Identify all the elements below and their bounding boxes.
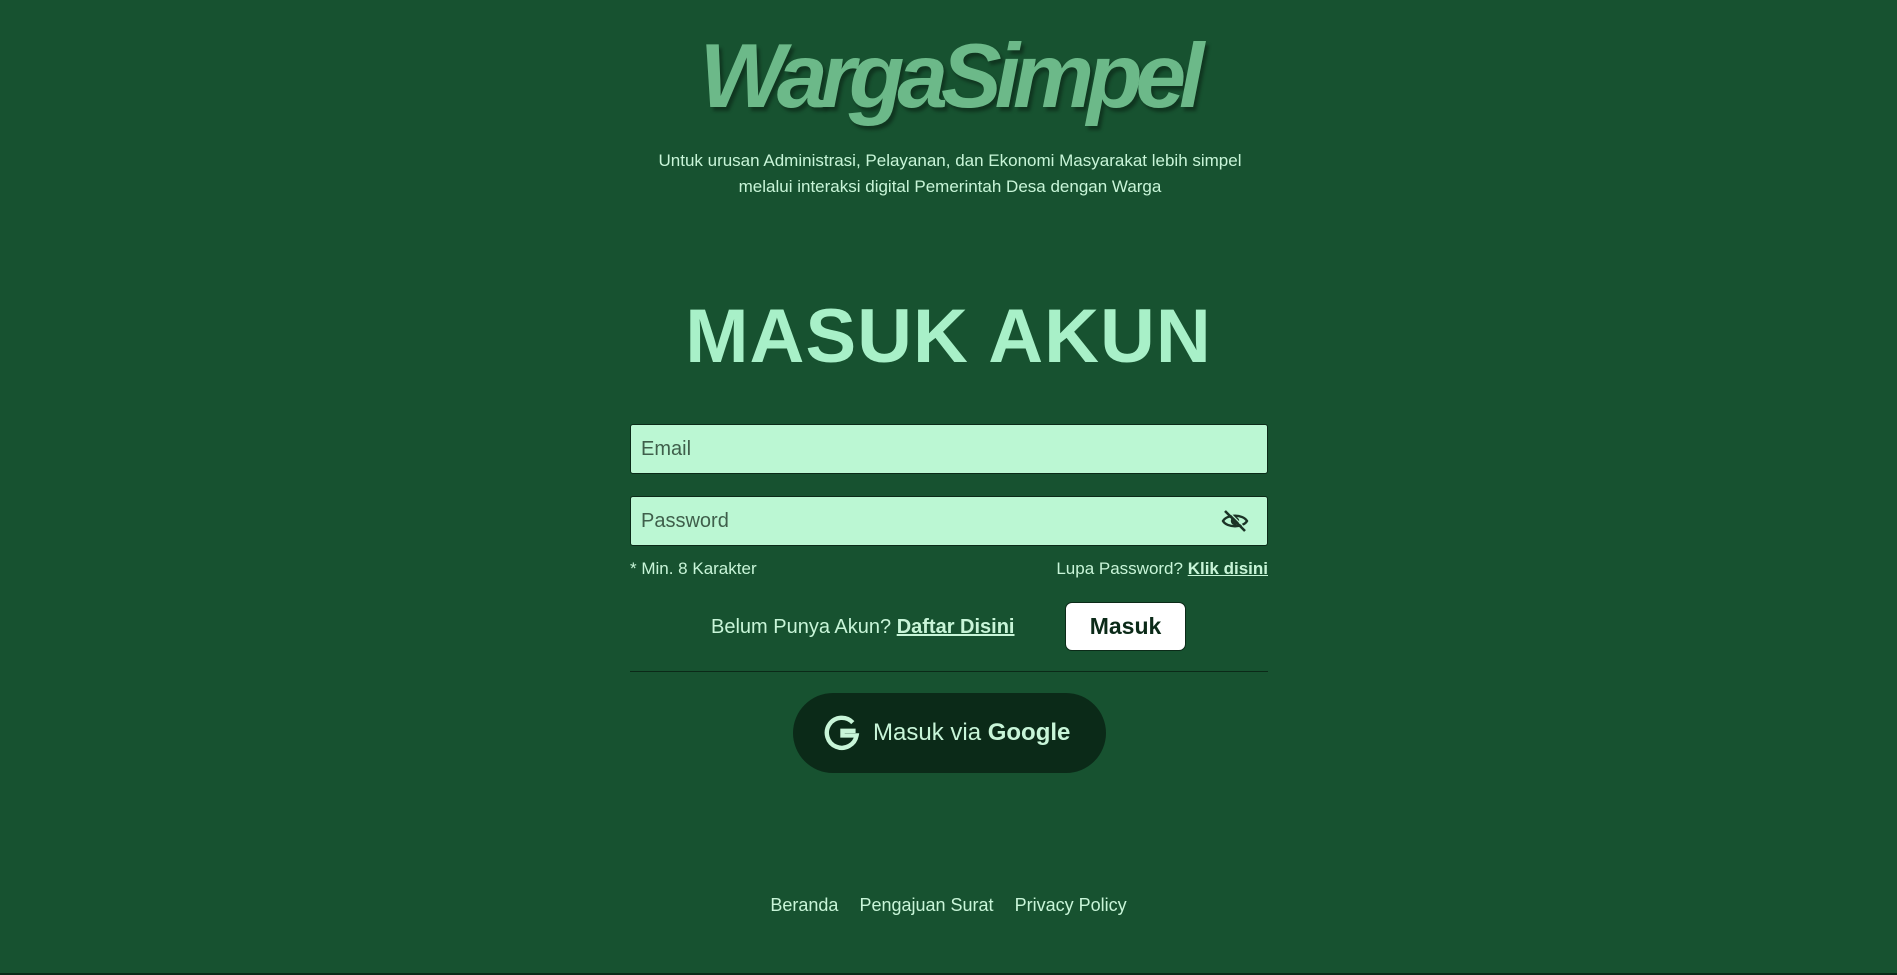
footer-nav: Beranda Pengajuan Surat Privacy Policy (0, 894, 1897, 916)
forgot-password: Lupa Password? Klik disini (1056, 558, 1268, 580)
forgot-password-link[interactable]: Klik disini (1188, 559, 1268, 578)
eye-slash-icon[interactable] (1221, 509, 1249, 533)
google-login-prefix: Masuk via (873, 719, 982, 746)
register-label: Belum Punya Akun? (711, 616, 892, 638)
password-hint: * Min. 8 Karakter (630, 559, 757, 578)
password-field-wrapper (630, 496, 1268, 546)
divider (630, 671, 1268, 672)
google-login-button[interactable]: Masuk via Google (793, 693, 1106, 773)
google-g-icon (823, 714, 861, 752)
page-title: MASUK AKUN (685, 294, 1212, 379)
tagline-line-1: Untuk urusan Administrasi, Pelayanan, da… (658, 151, 1242, 170)
forgot-password-label: Lupa Password? (1056, 559, 1183, 578)
google-brand-label: Google (987, 719, 1071, 746)
login-button[interactable]: Masuk (1065, 602, 1186, 651)
footer-link-beranda[interactable]: Beranda (770, 895, 838, 915)
password-hint-row: * Min. 8 Karakter Lupa Password? Klik di… (630, 558, 1268, 580)
tagline-line-2: melalui interaksi digital Pemerintah Des… (738, 177, 1162, 196)
login-page: WargaSimpel Untuk urusan Administrasi, P… (0, 0, 1897, 973)
register-prompt: Belum Punya Akun? Daftar Disini (711, 615, 1015, 639)
footer-link-privacy-policy[interactable]: Privacy Policy (1015, 895, 1127, 915)
password-field[interactable] (631, 497, 1267, 545)
email-field[interactable] (631, 425, 1267, 473)
register-link[interactable]: Daftar Disini (897, 616, 1015, 638)
logo: WargaSimpel (699, 26, 1205, 127)
email-field-wrapper (630, 424, 1268, 474)
footer-link-pengajuan-surat[interactable]: Pengajuan Surat (859, 895, 993, 915)
google-login-label: Masuk via Google (873, 719, 1070, 747)
tagline: Untuk urusan Administrasi, Pelayanan, da… (620, 148, 1280, 200)
